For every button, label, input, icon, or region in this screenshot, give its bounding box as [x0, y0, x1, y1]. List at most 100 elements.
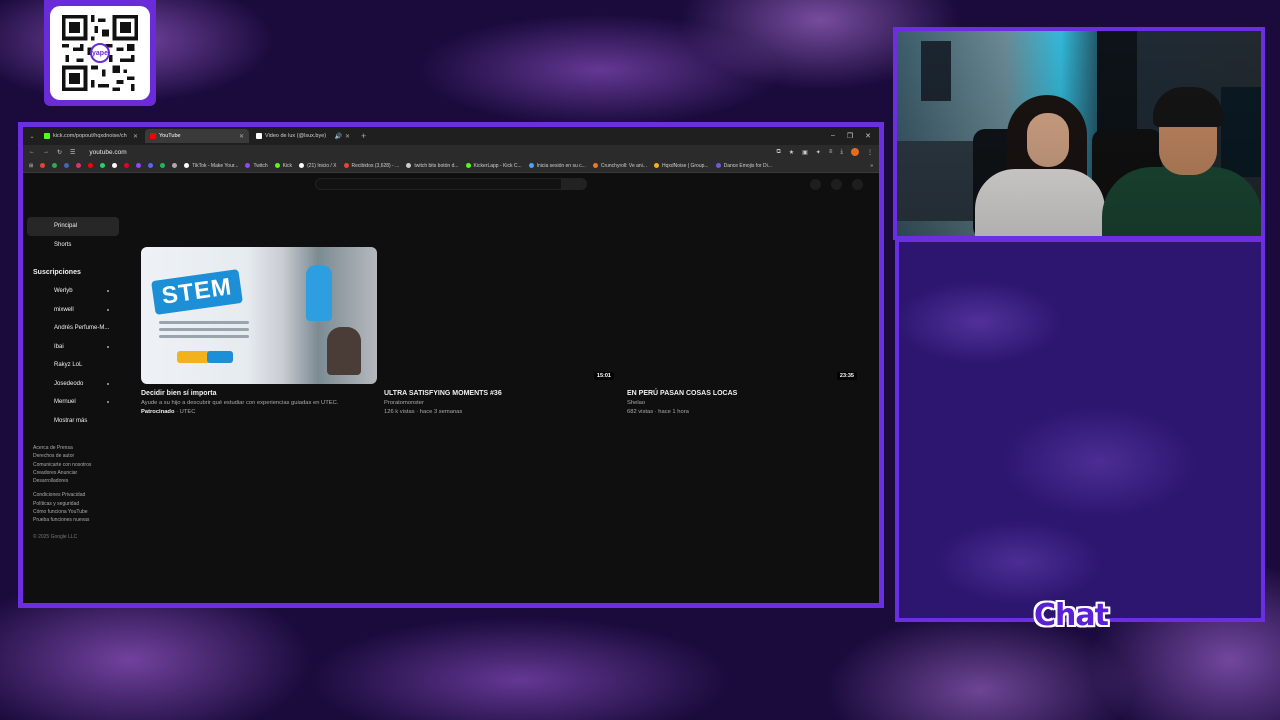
tab-tiktok[interactable]: Video de lux (@lsux.bye) 🔊 ✕	[251, 129, 355, 143]
menu-icon[interactable]: ⋮	[867, 149, 873, 156]
copyright: © 2025 Google LLC	[33, 533, 78, 540]
tab-search-icon[interactable]: ⌄	[27, 133, 37, 140]
channel-name[interactable]: Proratomonster	[384, 400, 620, 406]
extension-icon[interactable]: ▣	[802, 149, 808, 156]
footer-link[interactable]: Acerca de Prensa	[33, 444, 127, 452]
bookmark-item[interactable]: (21) Inicio / X	[299, 163, 337, 169]
footer-link[interactable]: Políticas y seguridad	[33, 500, 127, 508]
install-icon[interactable]: ⧉	[776, 149, 780, 156]
sidebar-item-andres[interactable]: Andrés Perfume-M...	[27, 319, 127, 338]
minimize-icon[interactable]: –	[831, 132, 835, 140]
video-card[interactable]: 23:35 EN PERÚ PASAN COSAS LOCAS Shelao 6…	[627, 247, 863, 415]
search-icon[interactable]	[561, 178, 587, 190]
video-meta: 682 vistas · hace 1 hora	[627, 409, 689, 415]
kick-icon	[44, 133, 50, 139]
maximize-icon[interactable]: ❐	[847, 132, 853, 140]
forward-icon[interactable]: →	[43, 149, 49, 155]
video-title[interactable]: ULTRA SATISFYING MOMENTS #36	[384, 390, 620, 397]
bookmark-item[interactable]: Crunchyroll: Ve ani...	[592, 163, 647, 169]
back-icon[interactable]: ←	[29, 149, 35, 155]
bookmark-icon	[715, 163, 721, 168]
puzzle-icon[interactable]: ✦	[816, 149, 821, 156]
bookmark-item[interactable]: Twitch	[245, 162, 268, 169]
footer-link[interactable]: Desarrolladores	[33, 477, 127, 485]
search-input[interactable]	[315, 178, 575, 190]
subscriptions-heading[interactable]: Suscripciones	[27, 262, 127, 282]
bookmark-icon[interactable]	[88, 163, 94, 168]
tab-kick[interactable]: kick.com/popout/hqxdnoise/ch ✕	[39, 129, 143, 143]
footer-link[interactable]: Creadores Anunciar	[33, 469, 127, 477]
video-sponsor-line: Patrocinado · UTEC	[141, 409, 196, 415]
footer-link[interactable]: Derechos de autor	[33, 452, 127, 460]
notifications-icon[interactable]	[831, 178, 842, 190]
sidebar-item-label: Mernuel	[54, 399, 76, 406]
url-field[interactable]: youtube.com	[89, 149, 126, 156]
video-thumbnail[interactable]: 15:01	[384, 247, 620, 384]
video-thumbnail[interactable]: STEM	[141, 247, 377, 384]
downloads-icon[interactable]: ⤓	[840, 149, 843, 156]
bookmark-item[interactable]: Inicia sesión en su c...	[528, 163, 586, 169]
new-tab-icon[interactable]: +	[361, 131, 366, 141]
video-thumbnail[interactable]: 23:35	[627, 247, 863, 384]
account-avatar[interactable]	[852, 178, 863, 190]
video-card-sponsored[interactable]: STEM Decidir bien sí importa Ayude a su …	[141, 247, 377, 415]
footer-link[interactable]: Condiciones Privacidad	[33, 491, 127, 499]
footer-link[interactable]: Cómo funciona YouTube	[33, 508, 127, 516]
create-icon[interactable]	[810, 178, 821, 190]
bookmark-icon[interactable]	[52, 163, 58, 168]
video-title[interactable]: Decidir bien sí importa	[141, 390, 377, 397]
apps-grid-icon[interactable]: ⊞	[29, 163, 33, 169]
channel-name[interactable]: UTEC	[180, 409, 196, 415]
webcam-feed	[897, 31, 1261, 236]
bookmark-icon[interactable]	[76, 163, 82, 168]
tab-youtube[interactable]: YouTube ✕	[145, 129, 249, 143]
sidebar-item-mernuel[interactable]: Mernuel	[27, 393, 127, 412]
footer-link[interactable]: Comunicarte con nosotros	[33, 461, 127, 469]
close-icon[interactable]: ✕	[133, 133, 138, 140]
bookmark-item[interactable]: Dance Emojis for Di...	[715, 163, 772, 169]
bookmark-icon[interactable]	[124, 163, 130, 168]
bookmark-icon	[592, 163, 598, 168]
close-window-icon[interactable]: ✕	[865, 132, 871, 140]
profile-avatar[interactable]	[851, 148, 859, 156]
bookmark-icon[interactable]	[40, 163, 46, 168]
bookmark-label: Twitch	[253, 162, 268, 169]
bookmark-item[interactable]: Kick	[274, 163, 292, 169]
channel-name[interactable]: Shelao	[627, 400, 863, 406]
video-card[interactable]: 15:01 ULTRA SATISFYING MOMENTS #36 Prora…	[384, 247, 620, 415]
sidebar-item-label: Shorts	[54, 241, 72, 248]
bookmark-icon[interactable]	[148, 163, 154, 168]
header-actions	[810, 178, 863, 190]
footer-link[interactable]: Prueba funciones nuevas	[33, 516, 127, 524]
bookmark-item[interactable]: KickerLapp - Kick C...	[465, 163, 522, 169]
show-more-button[interactable]: Mostrar más	[27, 412, 127, 431]
bookmark-icon[interactable]	[172, 163, 178, 168]
bookmark-icon[interactable]	[160, 163, 166, 168]
bookmark-icon[interactable]	[136, 163, 142, 168]
sidebar-item-mixwell[interactable]: mixwell	[27, 301, 127, 320]
bookmark-star-icon[interactable]: ★	[789, 149, 794, 156]
bookmark-icon[interactable]	[64, 163, 70, 168]
speaker-icon[interactable]: 🔊	[334, 133, 341, 140]
sidebar-item-josedeodo[interactable]: Josedeodo	[27, 375, 127, 394]
promo-text-lines	[159, 321, 249, 342]
close-icon[interactable]: ✕	[345, 133, 350, 140]
bookmark-icon[interactable]	[100, 163, 106, 168]
reload-icon[interactable]: ↻	[57, 149, 62, 156]
bookmark-item[interactable]: TikTok - Make Your...	[184, 163, 238, 169]
media-icon[interactable]: ≡	[829, 149, 833, 155]
close-icon[interactable]: ✕	[239, 133, 244, 140]
sidebar-item-werlyb[interactable]: Werlyb	[27, 282, 127, 301]
tiktok-icon	[256, 133, 262, 139]
sidebar-item-rakyz[interactable]: Rakyz LoL	[27, 356, 127, 375]
bookmark-icon[interactable]	[112, 163, 118, 168]
video-title[interactable]: EN PERÚ PASAN COSAS LOCAS	[627, 390, 863, 397]
bookmark-item[interactable]: HqxdNoise | Group...	[653, 163, 709, 169]
sidebar-item-principal[interactable]: Principal	[27, 217, 119, 236]
site-info-icon[interactable]: ☰	[70, 149, 75, 156]
bookmark-item[interactable]: twitch bits botón d...	[406, 163, 459, 169]
sidebar-item-ibai[interactable]: Ibai	[27, 338, 127, 357]
sidebar-item-shorts[interactable]: Shorts	[27, 236, 127, 255]
more-bookmarks-icon[interactable]: »	[870, 163, 873, 169]
bookmark-item[interactable]: Recibidos (3,628) - ...	[343, 163, 399, 169]
